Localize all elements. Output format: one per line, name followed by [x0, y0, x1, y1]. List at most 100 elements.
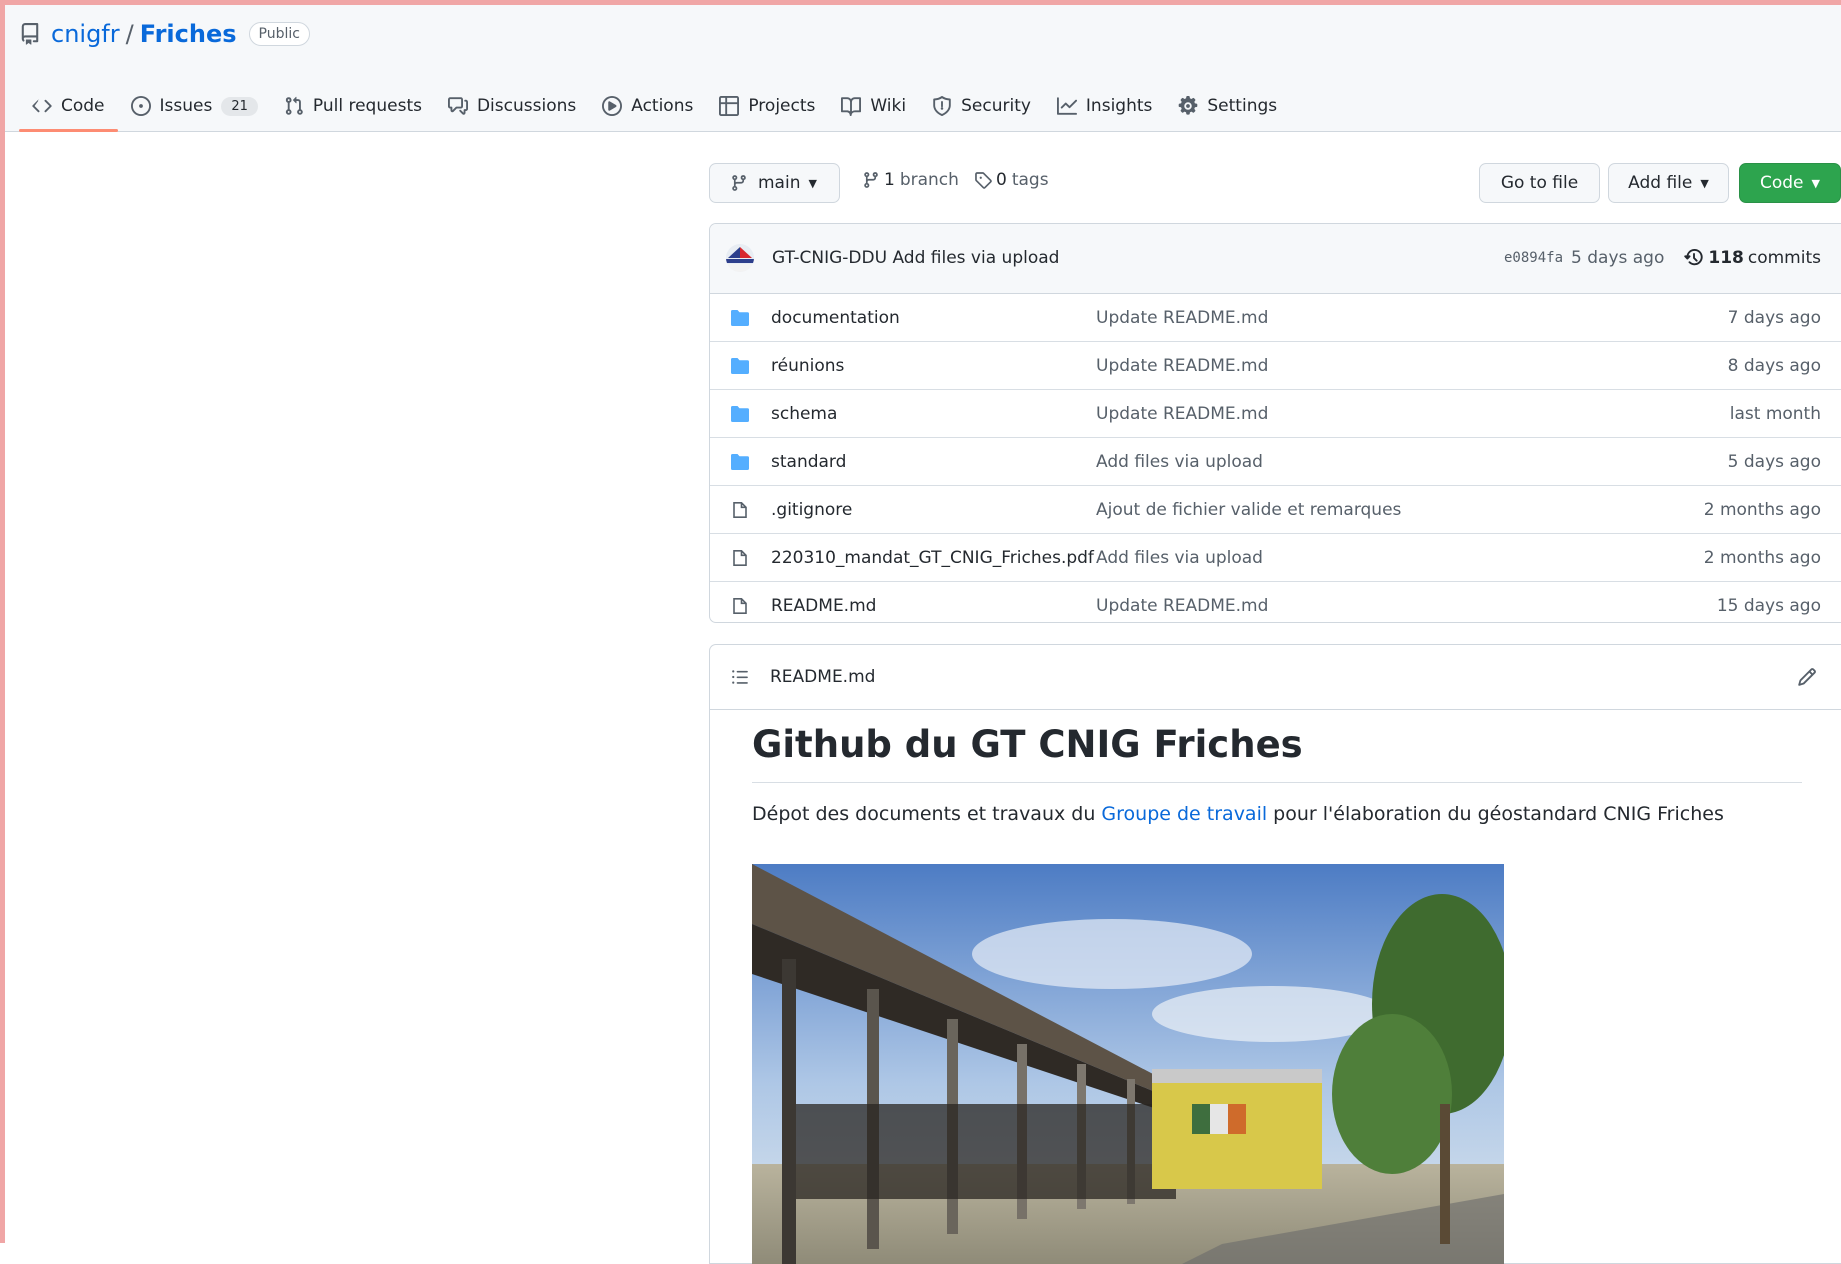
add-file-button[interactable]: Add file ▼: [1608, 163, 1729, 203]
file-icon: [733, 502, 747, 518]
file-commit-message[interactable]: Update README.md: [1096, 356, 1268, 376]
file-age: 5 days ago: [1727, 452, 1821, 472]
tab-security[interactable]: Security: [919, 81, 1044, 131]
file-commit-message[interactable]: Update README.md: [1096, 404, 1268, 424]
readme-paragraph: Dépot des documents et travaux du Groupe…: [752, 803, 1802, 825]
git-branch-icon: [864, 172, 878, 188]
readme-header: README.md: [710, 645, 1841, 710]
repo-header: cnigfr / Friches Public Code Issues 21 P…: [5, 5, 1841, 132]
tab-issues-label: Issues: [159, 96, 213, 116]
folder-icon: [731, 310, 749, 327]
tab-actions[interactable]: Actions: [589, 81, 706, 131]
tab-issues[interactable]: Issues 21: [118, 81, 271, 131]
avatar-image-icon: [726, 244, 754, 272]
repo-icon: [19, 23, 41, 45]
tab-projects[interactable]: Projects: [706, 81, 828, 131]
file-name[interactable]: .gitignore: [771, 500, 852, 520]
file-icon: [733, 598, 747, 614]
file-name[interactable]: standard: [771, 452, 846, 472]
repo-name-link[interactable]: Friches: [140, 20, 237, 48]
shield-icon: [933, 96, 951, 116]
commit-meta: e0894fa 5 days ago 118 commits: [1504, 248, 1821, 268]
tag-icon: [975, 172, 992, 189]
file-commit-message[interactable]: Add files via upload: [1096, 548, 1263, 568]
repo-tabs: Code Issues 21 Pull requests Discussions…: [19, 81, 1290, 132]
file-age: 2 months ago: [1703, 500, 1821, 520]
commit-time: 5 days ago: [1571, 248, 1665, 268]
tab-projects-label: Projects: [748, 96, 816, 116]
code-button[interactable]: Code ▼: [1739, 163, 1841, 203]
file-name[interactable]: 220310_mandat_GT_CNIG_Friches.pdf: [771, 548, 1094, 568]
tags-link[interactable]: 0 tags: [974, 170, 1049, 190]
readme-panel: README.md Github du GT CNIG Friches Dépo…: [709, 644, 1841, 1264]
tab-wiki[interactable]: Wiki: [828, 81, 919, 131]
folder-icon: [731, 406, 749, 423]
tab-settings-label: Settings: [1207, 96, 1278, 116]
code-button-label: Code: [1760, 173, 1804, 193]
tab-discussions-label: Discussions: [476, 96, 577, 116]
tab-pull-requests[interactable]: Pull requests: [271, 81, 435, 131]
repo-owner-link[interactable]: cnigfr: [51, 20, 120, 48]
file-row[interactable]: README.md Update README.md 15 days ago: [710, 582, 1841, 622]
tab-code[interactable]: Code: [19, 81, 118, 132]
tab-pull-requests-label: Pull requests: [312, 96, 422, 116]
tab-code-label: Code: [61, 96, 105, 116]
file-row[interactable]: schema Update README.md last month: [710, 390, 1841, 438]
file-name[interactable]: README.md: [771, 596, 876, 616]
readme-text-after: pour l'élaboration du géostandard CNIG F…: [1267, 803, 1724, 825]
tab-discussions[interactable]: Discussions: [435, 81, 589, 131]
readme-filename[interactable]: README.md: [770, 667, 875, 687]
file-row[interactable]: standard Add files via upload 5 days ago: [710, 438, 1841, 486]
file-commit-message[interactable]: Add files via upload: [1096, 452, 1263, 472]
branches-link[interactable]: 1 branch: [862, 170, 959, 190]
avatar[interactable]: [726, 244, 754, 272]
file-name[interactable]: schema: [771, 404, 837, 424]
file-commit-message[interactable]: Update README.md: [1096, 596, 1268, 616]
tab-insights[interactable]: Insights: [1044, 81, 1165, 131]
code-icon: [32, 99, 52, 113]
commit-sha[interactable]: e0894fa: [1504, 250, 1563, 266]
commit-author[interactable]: GT-CNIG-DDU: [772, 248, 887, 268]
commit-author-and-message[interactable]: GT-CNIG-DDU Add files via upload: [772, 248, 1059, 268]
branches-count: 1: [884, 170, 895, 190]
tab-actions-label: Actions: [631, 96, 694, 116]
file-name[interactable]: réunions: [771, 356, 844, 376]
file-row[interactable]: réunions Update README.md 8 days ago: [710, 342, 1841, 390]
file-commit-message[interactable]: Update README.md: [1096, 308, 1268, 328]
comment-discussion-icon: [447, 97, 468, 115]
file-name[interactable]: documentation: [771, 308, 900, 328]
tags-count: 0: [996, 170, 1007, 190]
latest-commit-row: GT-CNIG-DDU Add files via upload e0894fa…: [710, 224, 1841, 294]
pencil-icon[interactable]: [1797, 667, 1817, 687]
file-row[interactable]: 220310_mandat_GT_CNIG_Friches.pdf Add fi…: [710, 534, 1841, 582]
file-row[interactable]: documentation Update README.md 7 days ag…: [710, 294, 1841, 342]
file-icon: [733, 550, 747, 566]
tags-label: tags: [1011, 170, 1049, 190]
caret-down-icon: ▼: [1811, 176, 1820, 190]
git-pull-request-icon: [285, 96, 303, 115]
file-row[interactable]: .gitignore Ajout de fichier valide et re…: [710, 486, 1841, 534]
branch-name: main: [758, 173, 801, 193]
file-age: last month: [1729, 404, 1821, 424]
go-to-file-button[interactable]: Go to file: [1479, 163, 1600, 203]
readme-title: Github du GT CNIG Friches: [752, 723, 1802, 783]
git-branch-icon: [732, 175, 746, 191]
tab-insights-label: Insights: [1085, 96, 1153, 116]
commits-label: commits: [1747, 248, 1821, 268]
file-commit-message[interactable]: Ajout de fichier valide et remarques: [1096, 500, 1401, 520]
groupe-de-travail-link[interactable]: Groupe de travail: [1101, 803, 1267, 825]
repo-title: cnigfr / Friches Public: [19, 19, 310, 49]
readme-photo: [752, 864, 1504, 1264]
go-to-file-label: Go to file: [1500, 173, 1579, 193]
commit-message[interactable]: Add files via upload: [892, 248, 1059, 268]
commits-link[interactable]: 118 commits: [1684, 248, 1821, 268]
file-age: 15 days ago: [1716, 596, 1821, 616]
readme-text-before: Dépot des documents et travaux du: [752, 803, 1102, 825]
gear-icon: [1179, 96, 1198, 115]
branch-select-button[interactable]: main ▼: [709, 163, 840, 203]
table-icon: [719, 96, 740, 116]
visibility-badge: Public: [248, 22, 310, 46]
tab-settings[interactable]: Settings: [1165, 81, 1290, 131]
list-unordered-icon[interactable]: [730, 668, 750, 686]
history-icon: [1684, 248, 1704, 266]
